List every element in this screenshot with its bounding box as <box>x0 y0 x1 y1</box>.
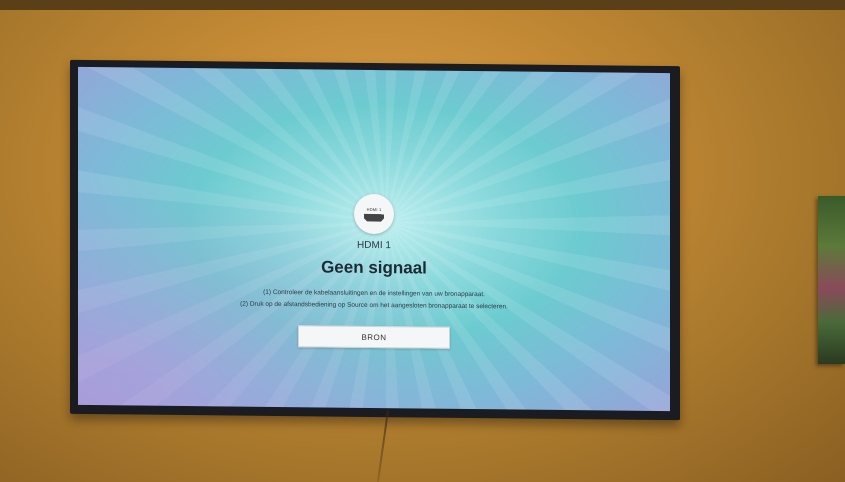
source-name: HDMI 1 <box>357 239 391 252</box>
no-signal-title: Geen signaal <box>321 257 427 278</box>
wall-painting <box>818 196 845 364</box>
instruction-line-2: (2) Druk op de afstandsbediening op Sour… <box>240 300 508 311</box>
tv-screen: HDMI 1 HDMI 1 Geen signaal (1) Controlee… <box>78 66 670 412</box>
hdmi-badge-label: HDMI 1 <box>366 206 382 212</box>
bron-button[interactable]: BRON <box>298 325 450 349</box>
hdmi-source-badge: HDMI 1 <box>354 193 394 235</box>
ceiling-edge <box>0 0 845 10</box>
hdmi-port-icon <box>364 213 384 221</box>
no-signal-dialog: HDMI 1 HDMI 1 Geen signaal (1) Controlee… <box>78 67 670 411</box>
